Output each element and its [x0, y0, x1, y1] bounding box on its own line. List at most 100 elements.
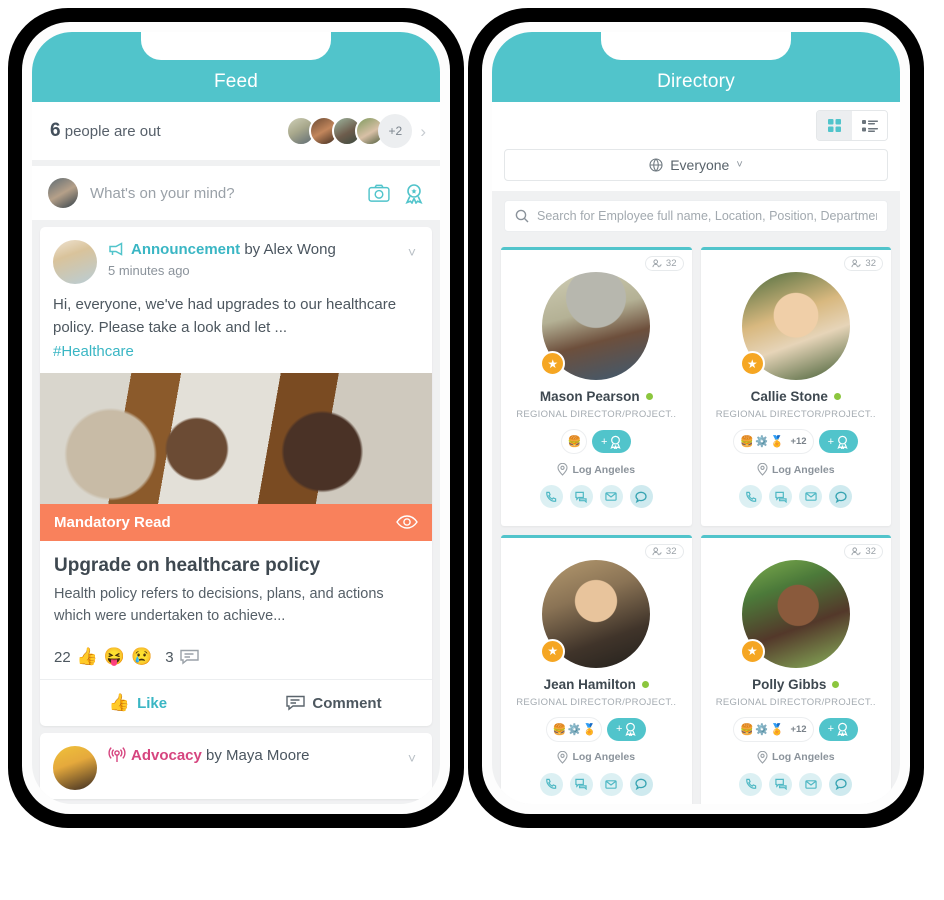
connections-badge[interactable]: 32: [844, 256, 883, 271]
thumbs-up-emoji: 👍: [76, 647, 98, 667]
like-label: Like: [137, 694, 168, 712]
person-name-row: Callie Stone: [751, 389, 841, 404]
badge-stack[interactable]: 🍔 ⚙️ 🏅 +12: [733, 429, 814, 454]
person-role: REGIONAL DIRECTOR/PROJECT..: [516, 409, 677, 420]
plus-icon: +: [601, 435, 608, 448]
phone-bezel-left: Feed 6 people are out +2 › What's on you…: [22, 22, 450, 814]
composer-placeholder[interactable]: What's on your mind?: [90, 185, 368, 202]
message-icon[interactable]: [629, 772, 653, 796]
give-badge-button[interactable]: +: [818, 717, 859, 741]
person-name-row: Jean Hamilton: [544, 677, 649, 692]
star-badge-icon: ★: [739, 351, 765, 376]
avatar[interactable]: [53, 746, 97, 791]
person-location: Log Angeles: [557, 463, 635, 476]
achievement-badge-icon: 🏅: [767, 719, 787, 739]
chat-icon[interactable]: [769, 485, 793, 508]
award-badge-icon[interactable]: [404, 183, 424, 204]
message-icon[interactable]: [829, 772, 853, 796]
person-role: REGIONAL DIRECTOR/PROJECT..: [715, 409, 876, 420]
chevron-right-icon[interactable]: ›: [420, 123, 426, 140]
email-icon[interactable]: [799, 772, 823, 796]
chat-icon[interactable]: [569, 772, 593, 796]
person-location-label: Log Angeles: [572, 751, 636, 763]
phone-icon[interactable]: [739, 772, 763, 796]
comment-bubble-icon[interactable]: [179, 649, 199, 665]
badge-stack[interactable]: 🍔: [561, 429, 588, 454]
post-card-advocacy[interactable]: Advocacy by Maya Moore ˅: [40, 733, 432, 800]
post-composer[interactable]: What's on your mind?: [32, 166, 440, 220]
chevron-down-icon[interactable]: ˅: [408, 240, 420, 260]
directory-grid[interactable]: 32 ★ Mason Pearson REGIONAL DIRECTOR/PRO…: [492, 241, 900, 804]
audience-filter-dropdown[interactable]: Everyone ˅: [504, 149, 888, 181]
badge-stack[interactable]: 🍔 ⚙️ 🏅: [546, 716, 603, 742]
person-badges: 🍔 +: [561, 429, 632, 454]
feed-scroll-area[interactable]: 6 people are out +2 › What's on your min…: [32, 102, 440, 804]
comment-count: 3: [165, 648, 174, 666]
post-card-announcement[interactable]: Announcement by Alex Wong 5 minutes ago …: [40, 227, 432, 727]
connections-badge[interactable]: 32: [644, 256, 684, 271]
phone-icon[interactable]: [539, 485, 563, 508]
person-card[interactable]: 32 ★ Jean Hamilton REGIONAL DIRECTOR/PRO…: [501, 534, 692, 804]
mockup-stage: Feed 6 people are out +2 › What's on you…: [0, 0, 944, 900]
give-badge-button[interactable]: +: [607, 717, 647, 741]
post-type-label[interactable]: Announcement: [131, 241, 240, 258]
avatar[interactable]: [53, 240, 97, 284]
connections-badge[interactable]: 32: [644, 543, 684, 559]
like-button[interactable]: 👍 Like: [40, 680, 236, 726]
reaction-summary[interactable]: 22 👍 😝 😢 3: [40, 637, 432, 679]
phone-notch: [601, 32, 791, 60]
chevron-down-icon[interactable]: ˅: [736, 159, 742, 171]
view-toggle-group[interactable]: [816, 110, 888, 141]
phone-icon[interactable]: [739, 485, 763, 508]
avatar: [48, 178, 78, 208]
post-type-label[interactable]: Advocacy: [131, 747, 202, 764]
give-badge-button[interactable]: +: [818, 430, 859, 453]
screen-feed: Feed 6 people are out +2 › What's on you…: [32, 32, 440, 804]
post-image[interactable]: [40, 372, 432, 504]
give-badge-button[interactable]: +: [592, 430, 632, 453]
badge-stack[interactable]: 🍔 ⚙️ 🏅 +12: [733, 716, 814, 742]
post-body: Hi, everyone, we've had upgrades to our …: [40, 293, 432, 373]
directory-search-input[interactable]: Search for Employee full name, Location,…: [504, 200, 888, 232]
camera-icon[interactable]: [368, 184, 390, 202]
person-card[interactable]: 32 ★ Callie Stone REGIONAL DIRECTOR/PROJ…: [700, 247, 891, 526]
chevron-down-icon[interactable]: ˅: [408, 746, 420, 766]
connections-badge[interactable]: 32: [844, 543, 883, 559]
post-timestamp: 5 minutes ago: [108, 262, 190, 278]
person-card[interactable]: 32 ★ Polly Gibbs REGIONAL DIRECTOR/PROJE…: [700, 534, 891, 804]
article-preview[interactable]: Upgrade on healthcare policy Health poli…: [40, 541, 432, 638]
avatar-wrap: ★: [540, 272, 651, 380]
person-location: Log Angeles: [557, 750, 636, 764]
tongue-emoji: 😝: [103, 647, 126, 667]
chat-icon[interactable]: [569, 485, 593, 508]
avatar-overflow-count[interactable]: +2: [378, 114, 413, 148]
message-icon[interactable]: [629, 485, 653, 508]
badge-overflow-count: +12: [790, 723, 807, 735]
feed-app-header: Feed: [32, 32, 440, 102]
post-meta: Advocacy by Maya Moore: [108, 746, 408, 784]
list-view-button[interactable]: [852, 111, 887, 140]
email-icon[interactable]: [799, 485, 823, 508]
reaction-count: 22: [54, 648, 71, 666]
eye-icon[interactable]: [396, 515, 418, 529]
person-name-row: Mason Pearson: [540, 389, 653, 404]
email-icon[interactable]: [599, 485, 623, 508]
mandatory-read-banner: Mandatory Read: [40, 503, 432, 541]
achievement-badge-icon: 🏅: [580, 719, 600, 739]
composer-actions: [368, 183, 424, 204]
grid-view-button[interactable]: [817, 111, 852, 140]
people-out-bar[interactable]: 6 people are out +2 ›: [32, 102, 440, 160]
people-out-avatars[interactable]: +2 ›: [286, 114, 426, 148]
phone-icon[interactable]: [539, 772, 563, 796]
post-hashtag[interactable]: #Healthcare: [53, 343, 134, 360]
directory-toolbar: [492, 102, 900, 141]
comment-button[interactable]: Comment: [236, 680, 432, 726]
star-badge-icon: ★: [540, 638, 566, 664]
message-icon[interactable]: [829, 485, 853, 508]
person-card[interactable]: 32 ★ Mason Pearson REGIONAL DIRECTOR/PRO…: [501, 247, 692, 526]
phone-device-directory: Directory Everyone ˅ Search for Employee…: [468, 8, 924, 828]
email-icon[interactable]: [599, 772, 623, 796]
badge-overflow-count: +12: [790, 436, 807, 447]
chat-icon[interactable]: [769, 772, 793, 796]
connections-count: 32: [665, 545, 677, 557]
